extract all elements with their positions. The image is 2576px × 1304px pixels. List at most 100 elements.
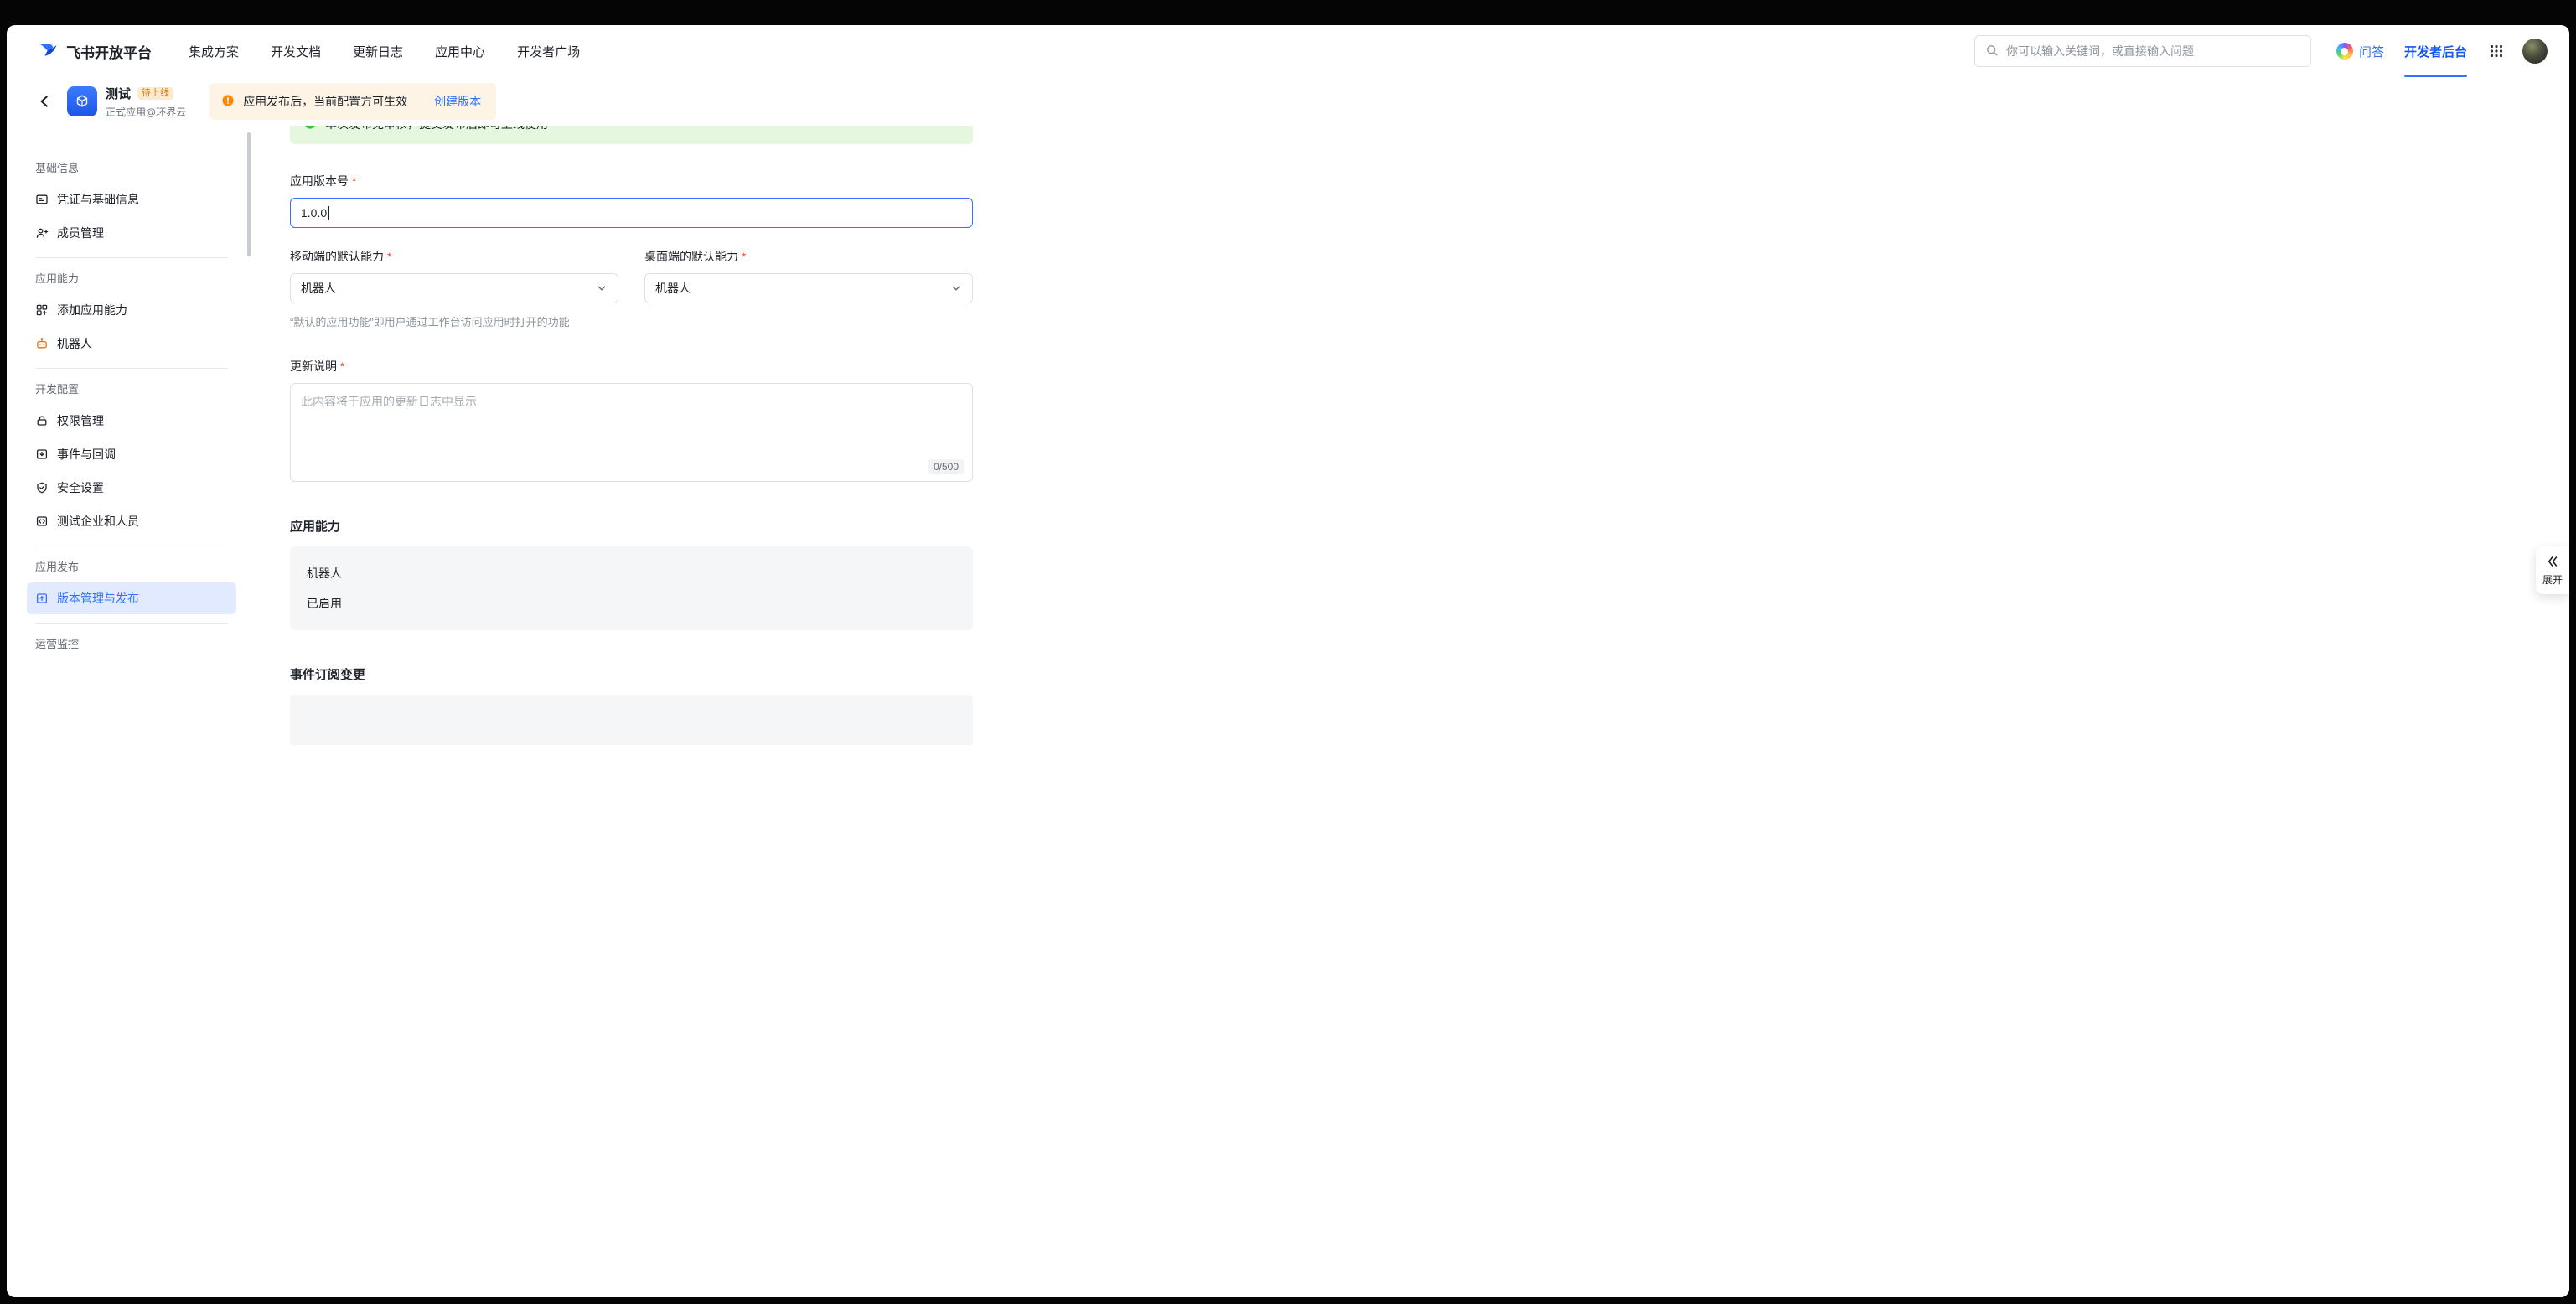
sidebar-item-events-callback[interactable]: 事件与回调 (27, 438, 236, 470)
mobile-capability-field: 移动端的默认能力* 机器人 (290, 248, 618, 303)
version-input[interactable]: 1.0.0 (290, 198, 973, 228)
desktop-capability-field: 桌面端的默认能力* 机器人 (644, 248, 973, 303)
sidebar-item-label: 测试企业和人员 (57, 513, 139, 530)
events-section-title: 事件订阅变更 (290, 665, 973, 683)
app-meta: 测试 待上线 正式应用@环界云 (106, 85, 186, 119)
default-capability-hint: “默认的应用功能”即用户通过工作台访问应用时打开的功能 (290, 313, 973, 329)
apps-grid-icon[interactable] (2489, 44, 2504, 59)
sidebar-item-add-capability[interactable]: 添加应用能力 (27, 294, 236, 326)
sidebar-item-version-management[interactable]: 版本管理与发布 (27, 582, 236, 614)
search-input[interactable]: 你可以输入关键词，或直接输入问题 (1974, 35, 2311, 67)
required-mark: * (387, 250, 391, 263)
success-banner-text: 本次发布免审核，提交发布后即可上线使用 (325, 126, 548, 132)
expand-label: 展开 (2542, 572, 2563, 587)
sidebar-divider (35, 257, 228, 258)
credential-icon (35, 193, 49, 206)
mobile-capability-select[interactable]: 机器人 (290, 273, 618, 303)
sidebar-item-security[interactable]: 安全设置 (27, 472, 236, 504)
main-nav: 集成方案 开发文档 更新日志 应用中心 开发者广场 (189, 43, 580, 60)
main-panel: 本次发布免审核，提交发布后即可上线使用 应用版本号* 1.0.0 移动端的默认能… (251, 126, 2569, 1297)
app-subtitle: 正式应用@环界云 (106, 105, 186, 119)
capability-section-title: 应用能力 (290, 517, 973, 535)
sidebar-section-capability: 应用能力 (27, 270, 236, 286)
feishu-logo[interactable]: 飞书开放平台 (37, 39, 152, 65)
sidebar-divider (35, 368, 228, 369)
sidebar-scrollbar[interactable] (247, 132, 251, 256)
app-name: 测试 (106, 85, 131, 102)
sidebar-divider (35, 623, 228, 624)
app-icon (67, 86, 97, 116)
version-label: 应用版本号* (290, 173, 973, 189)
sidebar-item-label: 版本管理与发布 (57, 590, 139, 607)
user-avatar[interactable] (2522, 39, 2548, 64)
events-card (290, 695, 973, 745)
tab-developer-console[interactable]: 开发者后台 (2404, 25, 2467, 77)
desktop-capability-select[interactable]: 机器人 (644, 273, 973, 303)
nav-dev-plaza[interactable]: 开发者广场 (517, 43, 580, 60)
desktop-capability-value: 机器人 (655, 280, 691, 297)
char-counter: 0/500 (928, 459, 964, 474)
qa-label: 问答 (2359, 43, 2384, 60)
nav-integration[interactable]: 集成方案 (189, 43, 239, 60)
release-notes-label: 更新说明* (290, 358, 973, 375)
text-caret (328, 206, 329, 220)
sidebar-item-bot[interactable]: 机器人 (27, 328, 236, 360)
capability-card: 机器人 已启用 (290, 546, 973, 630)
robot-icon (35, 337, 49, 350)
mobile-capability-value: 机器人 (301, 280, 336, 297)
security-shield-icon (35, 481, 49, 494)
sidebar-section-basic: 基础信息 (27, 159, 236, 175)
nav-app-center[interactable]: 应用中心 (435, 43, 485, 60)
warning-icon (221, 94, 235, 110)
create-version-link[interactable]: 创建版本 (434, 93, 481, 110)
sidebar-section-monitoring: 运营监控 (27, 635, 236, 651)
sidebar-item-credentials[interactable]: 凭证与基础信息 (27, 184, 236, 215)
capability-name: 机器人 (307, 565, 956, 582)
expand-panel-button[interactable]: 展开 (2536, 546, 2569, 594)
sidebar-item-label: 凭证与基础信息 (57, 191, 139, 208)
sidebar-item-members[interactable]: 成员管理 (27, 217, 236, 249)
qa-icon (2336, 43, 2353, 60)
permission-icon (35, 414, 49, 427)
top-header: 飞书开放平台 集成方案 开发文档 更新日志 应用中心 开发者广场 你可以输入关键… (7, 25, 2569, 77)
nav-docs[interactable]: 开发文档 (271, 43, 321, 60)
brand-title: 飞书开放平台 (66, 41, 152, 62)
version-publish-icon (35, 592, 49, 605)
sidebar-item-label: 添加应用能力 (57, 302, 127, 318)
search-icon (1985, 44, 1999, 60)
mobile-capability-label: 移动端的默认能力* (290, 248, 618, 265)
event-icon (35, 448, 49, 461)
browser-window: 飞书开放平台 集成方案 开发文档 更新日志 应用中心 开发者广场 你可以输入关键… (7, 25, 2569, 1297)
nav-changelog[interactable]: 更新日志 (353, 43, 403, 60)
sidebar-item-label: 事件与回调 (57, 446, 116, 463)
content-area: 基础信息 凭证与基础信息 成员管理 应用能力 添加应用能力 (7, 126, 2569, 1297)
sidebar-item-test-org[interactable]: 测试企业和人员 (27, 505, 236, 537)
sidebar: 基础信息 凭证与基础信息 成员管理 应用能力 添加应用能力 (7, 126, 251, 1297)
release-notes-placeholder: 此内容将于应用的更新日志中显示 (301, 395, 477, 408)
alert-text: 应用发布后，当前配置方可生效 (243, 93, 407, 110)
status-badge: 待上线 (137, 87, 173, 100)
capability-status: 已启用 (307, 595, 956, 612)
desktop-capability-label: 桌面端的默认能力* (644, 248, 973, 265)
feishu-logo-icon (37, 39, 59, 65)
required-mark: * (352, 174, 356, 188)
sidebar-section-dev-config: 开发配置 (27, 380, 236, 396)
double-chevron-left-icon (2546, 555, 2559, 568)
chevron-down-icon (596, 282, 608, 294)
release-notes-textarea[interactable]: 此内容将于应用的更新日志中显示 0/500 (290, 383, 973, 482)
chevron-down-icon (950, 282, 962, 294)
members-icon (35, 226, 49, 240)
publish-alert-banner: 应用发布后，当前配置方可生效 创建版本 (209, 83, 496, 120)
qa-link[interactable]: 问答 (2336, 43, 2384, 60)
version-value: 1.0.0 (301, 206, 327, 220)
sidebar-item-label: 安全设置 (57, 479, 104, 496)
search-placeholder: 你可以输入关键词，或直接输入问题 (2006, 43, 2194, 60)
success-banner: 本次发布免审核，提交发布后即可上线使用 (290, 126, 973, 144)
sidebar-item-permissions[interactable]: 权限管理 (27, 405, 236, 437)
required-mark: * (742, 250, 746, 263)
required-mark: * (340, 360, 344, 373)
test-org-icon (35, 515, 49, 528)
add-capability-icon (35, 303, 49, 317)
back-button[interactable] (37, 94, 52, 109)
app-bar: 测试 待上线 正式应用@环界云 应用发布后，当前配置方可生效 创建版本 (7, 77, 2569, 126)
